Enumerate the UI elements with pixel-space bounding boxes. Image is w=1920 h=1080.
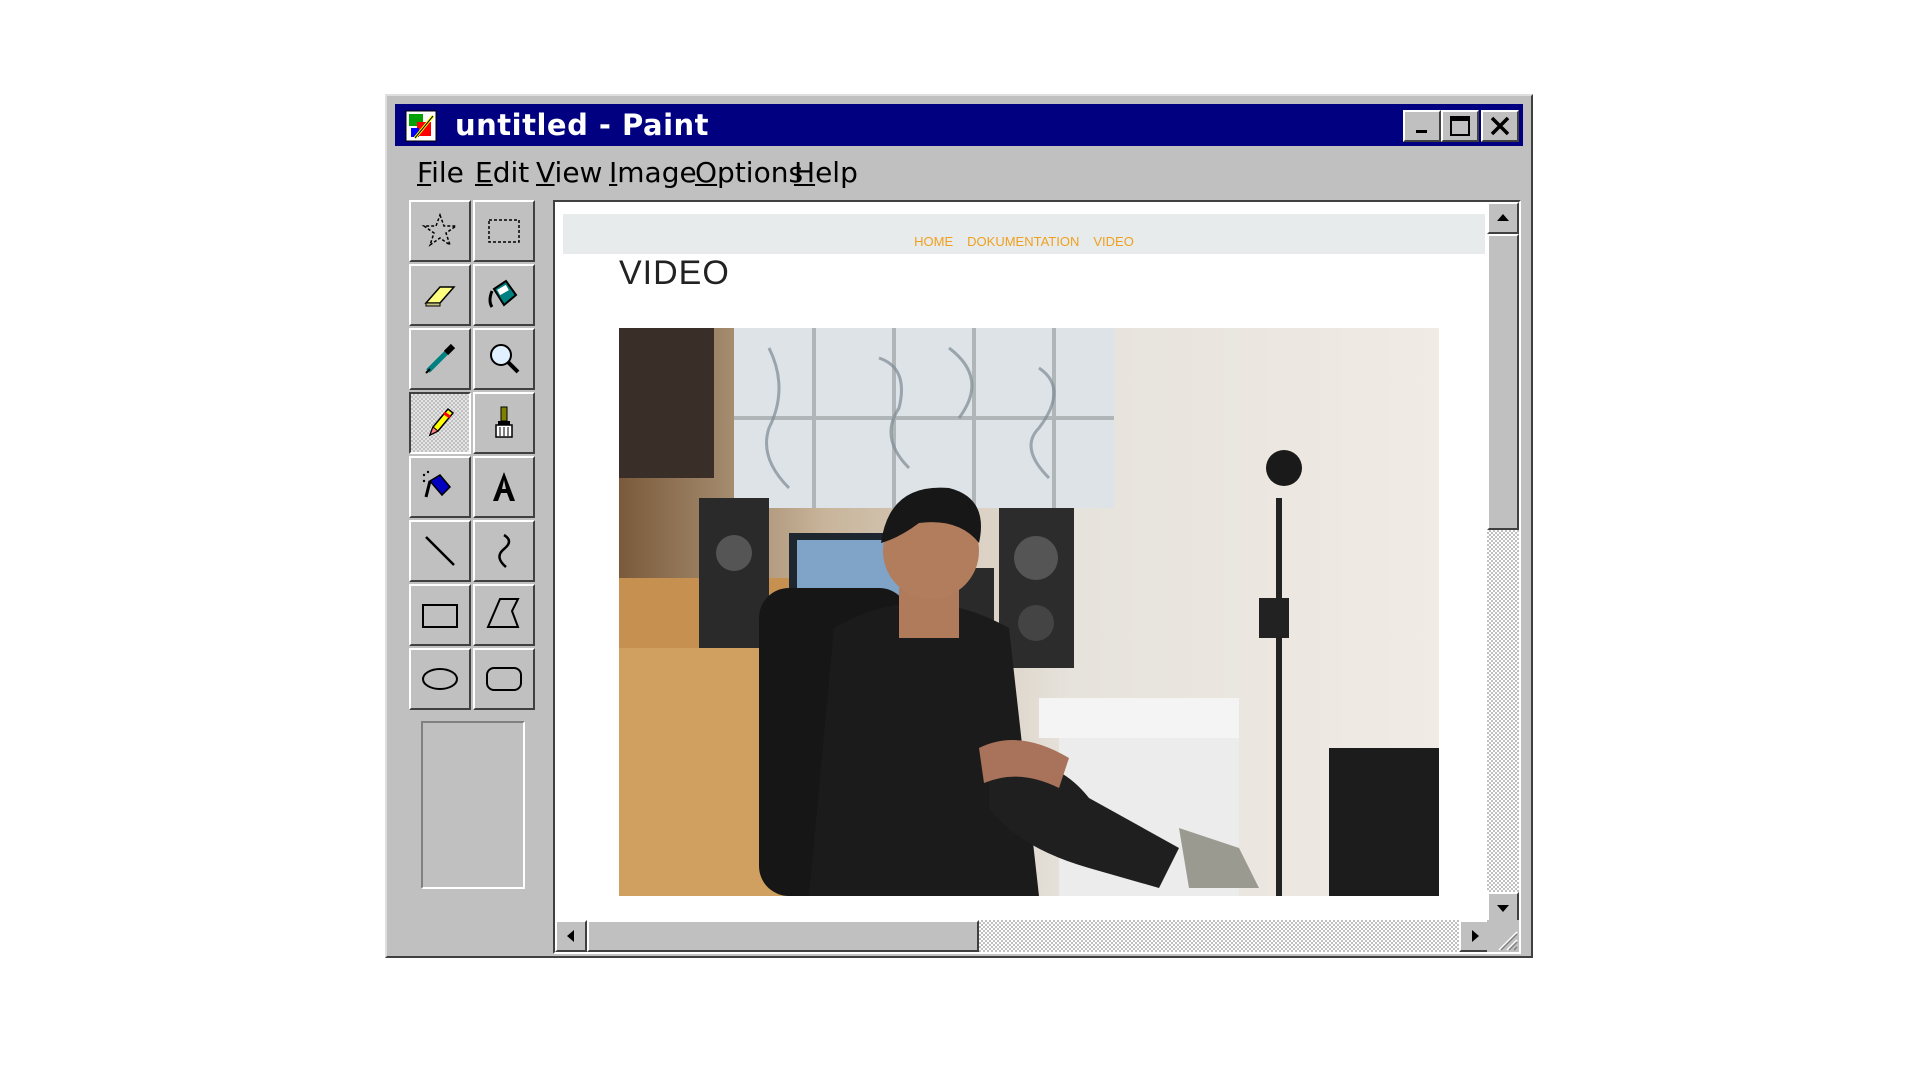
- menu-edit-accelerator: E: [475, 156, 493, 189]
- tool-rounded-rectangle[interactable]: [473, 648, 535, 710]
- tool-text[interactable]: [473, 456, 535, 518]
- menu-options-accelerator: O: [695, 156, 718, 189]
- horizontal-scrollbar[interactable]: [555, 920, 1491, 952]
- pencil-icon: [428, 407, 455, 437]
- paint-window: untitled - Paint File Edit View Image Op…: [385, 94, 1533, 958]
- page-nav: HOME DOKUMENTATION VIDEO: [563, 214, 1485, 254]
- select-icon: [488, 219, 520, 243]
- arrow-right-icon: [1472, 930, 1479, 942]
- paint-app-icon[interactable]: [405, 110, 437, 142]
- vertical-scroll-thumb[interactable]: [1487, 234, 1519, 530]
- arrow-left-icon: [567, 930, 574, 942]
- tool-magnifier[interactable]: [473, 328, 535, 390]
- menu-bar: File Edit View Image Options Help: [395, 152, 1523, 192]
- video-frame[interactable]: [619, 328, 1439, 896]
- window-title: untitled - Paint: [455, 108, 710, 142]
- horizontal-scroll-thumb[interactable]: [587, 920, 979, 952]
- nav-link-home[interactable]: HOME: [914, 233, 953, 254]
- tool-polygon[interactable]: [473, 584, 535, 646]
- rounded-rectangle-icon: [486, 667, 522, 691]
- menu-help[interactable]: Help: [794, 156, 858, 190]
- nav-link-video[interactable]: VIDEO: [1093, 233, 1133, 254]
- pick-color-icon: [425, 343, 456, 374]
- tool-pick-color[interactable]: [409, 328, 471, 390]
- menu-options-label: ptions: [717, 156, 804, 189]
- tool-line[interactable]: [409, 520, 471, 582]
- tool-rectangle[interactable]: [409, 584, 471, 646]
- tool-select[interactable]: [473, 200, 535, 262]
- tool-ellipse[interactable]: [409, 648, 471, 710]
- canvas-area[interactable]: HOME DOKUMENTATION VIDEO VIDEO: [553, 200, 1521, 954]
- menu-help-label: elp: [815, 156, 858, 189]
- menu-view[interactable]: View: [536, 156, 602, 190]
- scroll-up-button[interactable]: [1487, 202, 1519, 234]
- brush-icon: [495, 406, 513, 438]
- page-heading: VIDEO: [619, 254, 730, 292]
- tool-options-box[interactable]: [421, 721, 525, 889]
- tool-curve[interactable]: [473, 520, 535, 582]
- resize-grip-icon: [1498, 931, 1518, 951]
- close-icon: [1490, 116, 1510, 136]
- menu-edit-label: dit: [492, 156, 530, 189]
- canvas-page[interactable]: HOME DOKUMENTATION VIDEO VIDEO: [563, 214, 1485, 914]
- minimize-icon: [1416, 130, 1427, 133]
- tool-eraser[interactable]: [409, 264, 471, 326]
- resize-grip[interactable]: [1487, 920, 1519, 952]
- tool-brush[interactable]: [473, 392, 535, 454]
- eraser-icon: [424, 286, 456, 307]
- menu-image[interactable]: Image: [609, 156, 697, 190]
- title-bar[interactable]: untitled - Paint: [395, 104, 1523, 146]
- tool-pencil[interactable]: [409, 392, 471, 454]
- free-form-select-icon: [421, 212, 459, 247]
- menu-file[interactable]: File: [417, 156, 464, 190]
- polygon-icon: [486, 598, 520, 628]
- arrow-up-icon: [1497, 214, 1509, 221]
- menu-file-label: ile: [431, 156, 464, 189]
- minimize-button[interactable]: [1403, 110, 1441, 142]
- menu-options[interactable]: Options: [695, 156, 803, 190]
- rectangle-icon: [422, 604, 458, 628]
- ellipse-icon: [422, 668, 458, 690]
- maximize-button[interactable]: [1441, 110, 1479, 142]
- close-button[interactable]: [1481, 110, 1519, 142]
- menu-edit[interactable]: Edit: [475, 156, 529, 190]
- tool-fill[interactable]: [473, 264, 535, 326]
- menu-image-label: mage: [617, 156, 697, 189]
- fill-with-color-icon: [488, 279, 518, 308]
- line-icon: [425, 536, 455, 566]
- scroll-left-button[interactable]: [555, 920, 587, 952]
- airbrush-icon: [422, 470, 452, 498]
- curve-icon: [498, 533, 511, 568]
- menu-file-accelerator: F: [417, 156, 432, 189]
- magnifier-icon: [490, 344, 520, 374]
- tool-free-form-select[interactable]: [409, 200, 471, 262]
- vertical-scrollbar[interactable]: [1487, 202, 1519, 924]
- menu-view-label: iew: [554, 156, 603, 189]
- text-icon: [493, 472, 515, 501]
- menu-help-accelerator: H: [794, 156, 816, 189]
- menu-view-accelerator: V: [536, 156, 555, 189]
- arrow-down-icon: [1497, 905, 1509, 912]
- nav-link-dokumentation[interactable]: DOKUMENTATION: [967, 233, 1079, 254]
- maximize-icon: [1450, 116, 1470, 136]
- tool-airbrush[interactable]: [409, 456, 471, 518]
